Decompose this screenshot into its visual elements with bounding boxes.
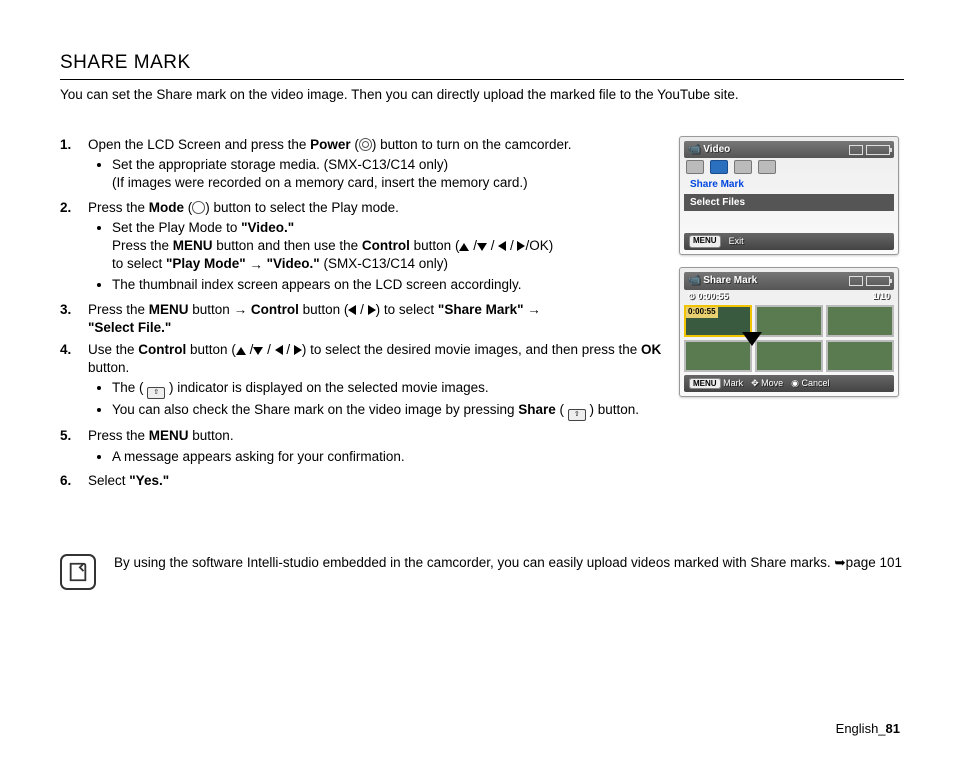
menu-share-mark: Share Mark	[684, 176, 894, 194]
lcd-tab-row	[684, 158, 894, 176]
lcd-screen-menu: 📹 Video Share Mark Select Files MENUExit	[679, 136, 899, 255]
menu-pill-icon: MENU	[689, 235, 721, 248]
step-5: 5. Press the MENU button. A message appe…	[60, 427, 665, 467]
share-indicator-icon: ⇧	[147, 387, 165, 399]
step-1: 1. Open the LCD Screen and press the Pow…	[60, 136, 665, 195]
card-icon	[849, 145, 863, 155]
share-button-icon: ⇧	[568, 409, 586, 421]
down-icon	[253, 347, 263, 355]
note-box: By using the software Intelli-studio emb…	[60, 554, 904, 590]
up-icon	[236, 347, 246, 355]
cursor-icon	[742, 332, 762, 346]
thumbnail	[755, 305, 823, 337]
section-title: SHARE MARK	[60, 50, 904, 80]
steps-column: 1. Open the LCD Screen and press the Pow…	[60, 136, 665, 494]
thumbnail	[826, 340, 894, 372]
menu-pill-icon: MENU	[689, 378, 721, 389]
lcd-exit: Exit	[729, 235, 744, 248]
menu-select-files: Select Files	[684, 194, 894, 212]
down-icon	[477, 243, 487, 251]
left-icon	[275, 345, 283, 355]
right-icon	[294, 345, 302, 355]
mode-icon	[192, 201, 205, 214]
up-icon	[459, 243, 469, 251]
battery-icon	[866, 145, 890, 155]
left-icon	[348, 305, 356, 315]
step-4: 4. Use the Control button ( / / / ) to s…	[60, 341, 665, 423]
intro-text: You can set the Share mark on the video …	[60, 86, 904, 104]
lcd-move: Move	[761, 378, 783, 388]
page-footer: English_81	[836, 720, 900, 738]
lcd-examples: 📹 Video Share Mark Select Files MENUExit…	[679, 136, 904, 494]
note-icon	[60, 554, 96, 590]
step-6: 6. Select "Yes."	[60, 472, 665, 490]
thumbnail	[826, 305, 894, 337]
lcd-mark: Mark	[723, 378, 743, 388]
right-icon	[368, 305, 376, 315]
step-2: 2. Press the Mode () button to select th…	[60, 199, 665, 297]
thumbnail	[755, 340, 823, 372]
note-text: By using the software Intelli-studio emb…	[114, 554, 902, 572]
card-icon	[849, 276, 863, 286]
lcd-duration: ⏱ 0:00:55	[688, 290, 729, 302]
lcd-cancel: Cancel	[802, 378, 830, 388]
step-3: 3. Press the MENU button → Control butto…	[60, 301, 665, 337]
left-icon	[498, 241, 506, 251]
power-icon	[359, 138, 372, 151]
battery-icon	[866, 276, 890, 286]
lcd-screen-thumbnails: 📹 Share Mark ⏱ 0:00:551/10 0:00:55 MENU …	[679, 267, 899, 396]
lcd-title: Video	[703, 144, 730, 155]
lcd-title-2: Share Mark	[703, 275, 757, 286]
lcd-count: 1/10	[872, 290, 890, 302]
